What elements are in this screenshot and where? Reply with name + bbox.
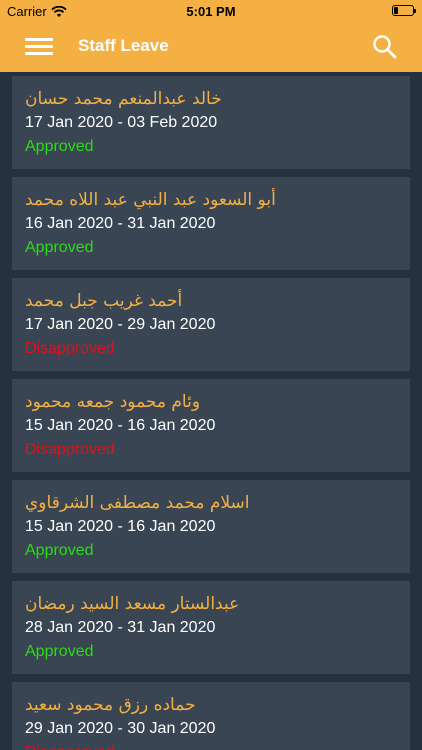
leave-dates: 15 Jan 2020 - 16 Jan 2020 [25, 518, 216, 535]
leave-dates: 17 Jan 2020 - 03 Feb 2020 [25, 114, 218, 131]
staff-name: عبدالستار مسعد السيد رمضان [25, 594, 240, 614]
staff-name: وئام محمود جمعه محمود [25, 392, 201, 412]
leave-status: Disapproved [25, 441, 115, 458]
status-bar: Carrier 5:01 PM [0, 0, 422, 22]
battery-icon [392, 5, 416, 16]
navigation-bar: Carrier 5:01 PM Staff Leave [0, 0, 422, 72]
battery-level [394, 7, 398, 14]
staff-name: اسلام محمد مصطفى الشرقاوي [25, 493, 250, 513]
leave-status: Approved [25, 542, 94, 559]
leave-card[interactable]: عبدالستار مسعد السيد رمضان 28 Jan 2020 - … [12, 581, 410, 674]
hamburger-menu-icon[interactable] [25, 38, 53, 56]
leave-card[interactable]: حماده رزق محمود سعيد 29 Jan 2020 - 30 Jan… [12, 682, 410, 750]
leave-status: Approved [25, 138, 94, 155]
staff-name: خالد عبدالمنعم محمد حسان [25, 89, 222, 109]
staff-name: حماده رزق محمود سعيد [25, 695, 196, 715]
leave-card[interactable]: خالد عبدالمنعم محمد حسان 17 Jan 2020 - 03… [12, 76, 410, 169]
app-screen: Carrier 5:01 PM Staff Leave خالد عبدالمن… [0, 0, 422, 750]
leave-dates: 17 Jan 2020 - 29 Jan 2020 [25, 316, 216, 333]
leave-card[interactable]: وئام محمود جمعه محمود 15 Jan 2020 - 16 Ja… [12, 379, 410, 472]
leave-card[interactable]: اسلام محمد مصطفى الشرقاوي 15 Jan 2020 - 1… [12, 480, 410, 573]
status-time: 5:01 PM [186, 4, 236, 19]
leave-dates: 28 Jan 2020 - 31 Jan 2020 [25, 619, 216, 636]
leave-status: Disapproved [25, 340, 115, 357]
staff-name: أبو السعود عبد النبي عبد اللاه محمد [25, 190, 276, 210]
leave-status: Approved [25, 239, 94, 256]
leave-dates: 15 Jan 2020 - 16 Jan 2020 [25, 417, 216, 434]
leave-card[interactable]: أبو السعود عبد النبي عبد اللاه محمد 16 Ja… [12, 177, 410, 270]
leave-dates: 29 Jan 2020 - 30 Jan 2020 [25, 720, 216, 737]
staff-name: أحمد غريب جبل محمد [25, 291, 183, 311]
search-icon[interactable] [372, 34, 398, 60]
leave-status: Approved [25, 643, 94, 660]
page-title: Staff Leave [78, 36, 169, 55]
leave-status: Disapproved [25, 741, 397, 750]
leave-dates: 16 Jan 2020 - 31 Jan 2020 [25, 215, 216, 232]
leave-list: خالد عبدالمنعم محمد حسان 17 Jan 2020 - 03… [12, 76, 410, 750]
leave-card[interactable]: أحمد غريب جبل محمد 17 Jan 2020 - 29 Jan 2… [12, 278, 410, 371]
